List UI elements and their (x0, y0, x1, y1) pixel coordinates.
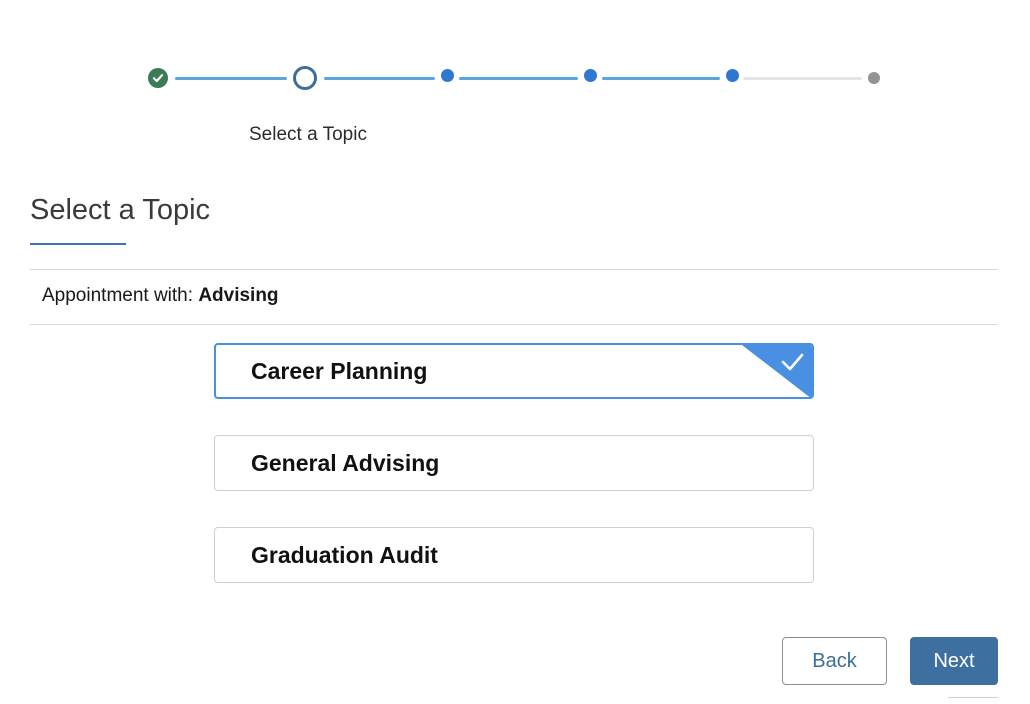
stepper-line-4 (602, 77, 720, 80)
progress-stepper: Select a Topic (0, 0, 1030, 160)
stepper-line-5 (743, 77, 862, 80)
topic-card-career-planning[interactable]: Career Planning (214, 343, 814, 399)
appointment-value: Advising (198, 285, 279, 306)
step-current-marker[interactable] (293, 66, 317, 90)
stepper-line-1 (175, 77, 287, 80)
title-underline (30, 243, 126, 245)
stepper-line-2 (324, 77, 435, 80)
appointment-label: Appointment with: (42, 285, 194, 306)
selected-checkmark-icon (742, 345, 812, 397)
check-icon (152, 74, 164, 83)
topic-label: Career Planning (251, 357, 428, 384)
back-button[interactable]: Back (782, 637, 887, 685)
appointment-with-row: Appointment with: Advising (42, 285, 279, 307)
divider-bottom (30, 324, 998, 325)
current-step-label: Select a Topic (249, 124, 367, 145)
topic-label: General Advising (251, 449, 440, 476)
topic-card-graduation-audit[interactable]: Graduation Audit (214, 527, 814, 583)
topic-label: Graduation Audit (251, 541, 438, 568)
next-button[interactable]: Next (910, 637, 998, 685)
topic-card-general-advising[interactable]: General Advising (214, 435, 814, 491)
bottom-rule (948, 697, 998, 698)
step-upcoming-marker-4[interactable] (584, 69, 597, 82)
stepper-line-3 (459, 77, 578, 80)
step-upcoming-marker-5[interactable] (726, 69, 739, 82)
step-final-marker[interactable] (868, 72, 880, 84)
divider-top (30, 269, 998, 270)
step-complete-check-icon[interactable] (148, 68, 168, 88)
page-title: Select a Topic (30, 194, 211, 226)
step-upcoming-marker-3[interactable] (441, 69, 454, 82)
appointment-wizard-page: Select a Topic Select a Topic Appointmen… (0, 0, 1030, 704)
